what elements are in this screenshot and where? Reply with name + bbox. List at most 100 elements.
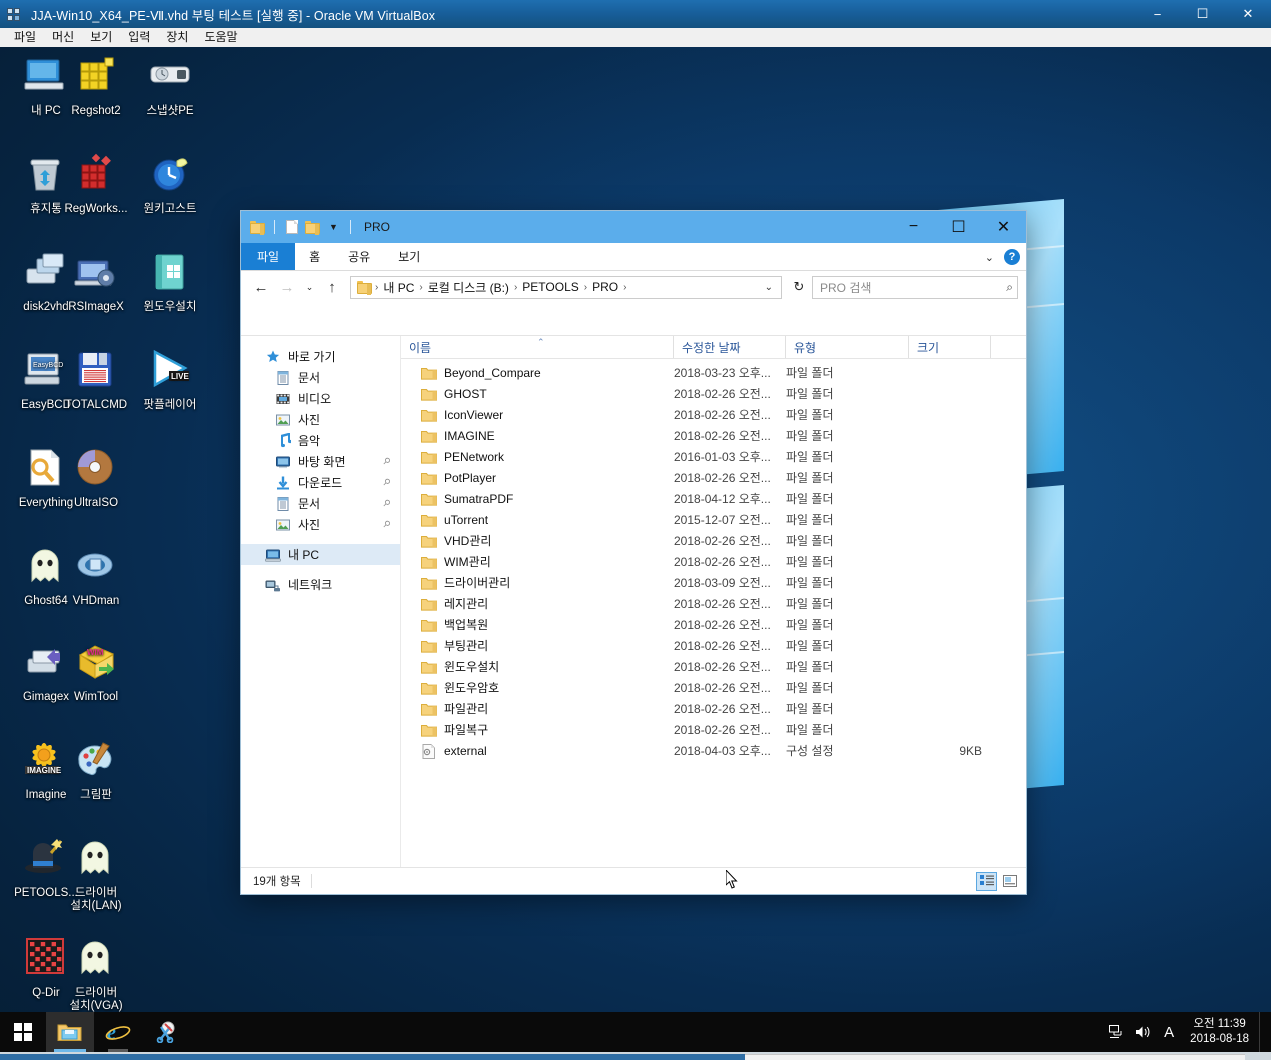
table-row[interactable]: 윈도우암호 2018-02-26 오전... 파일 폴더 (401, 677, 1026, 698)
nav-item-사진[interactable]: 사진 (241, 409, 400, 430)
table-row[interactable]: 부팅관리 2018-02-26 오전... 파일 폴더 (401, 635, 1026, 656)
column-header-name[interactable]: ⌃ 이름 (401, 336, 674, 358)
desktop-icon-그림판[interactable]: 그림판 (50, 737, 142, 802)
desktop-icon-label: VHDman (72, 595, 120, 607)
table-row[interactable]: 파일관리 2018-02-26 오전... 파일 폴더 (401, 698, 1026, 719)
vbox-bottom-scrollbar[interactable] (0, 1052, 1271, 1060)
breadcrumb-local-disk[interactable]: 로컬 디스크 (B:) (426, 279, 511, 296)
table-row[interactable]: PotPlayer 2018-02-26 오전... 파일 폴더 (401, 467, 1026, 488)
vbox-menu-help[interactable]: 도움말 (196, 28, 245, 47)
volume-icon[interactable] (1130, 1012, 1156, 1052)
taskbar-snipping-tool-button[interactable] (142, 1012, 190, 1052)
nav-item-다운로드[interactable]: 다운로드 ⚲ (241, 472, 400, 493)
column-header-size[interactable]: 크기 (909, 336, 991, 358)
table-row[interactable]: IconViewer 2018-02-26 오전... 파일 폴더 (401, 404, 1026, 425)
details-view-icon[interactable] (976, 871, 997, 891)
nav-item-사진[interactable]: 사진 ⚲ (241, 514, 400, 535)
vbox-menu-machine[interactable]: 머신 (44, 28, 82, 47)
table-row[interactable]: Beyond_Compare 2018-03-23 오후... 파일 폴더 (401, 362, 1026, 383)
nav-item-label: 다운로드 (298, 476, 343, 490)
help-icon[interactable]: ? (1004, 249, 1020, 265)
tab-home[interactable]: 홈 (295, 243, 334, 270)
search-icon[interactable]: ⌕ (1006, 280, 1013, 295)
vbox-menu-input[interactable]: 입력 (120, 28, 158, 47)
forward-button[interactable]: → (275, 275, 299, 299)
tab-view[interactable]: 보기 (384, 243, 434, 270)
vbox-menu-view[interactable]: 보기 (82, 28, 120, 47)
desktop-icon-드라이버설치LAN[interactable]: 드라이버 설치(LAN) (50, 835, 142, 913)
desktop-icon-원키고스트[interactable]: 원키고스트 (124, 151, 216, 216)
taskbar-internet-explorer-button[interactable]: e (94, 1012, 142, 1052)
breadcrumb-petools[interactable]: PETOOLS (520, 280, 580, 294)
refresh-button[interactable]: ↻ (788, 276, 810, 299)
new-file-icon[interactable] (283, 219, 300, 236)
nav-item-문서[interactable]: 문서 (241, 367, 400, 388)
column-header-type[interactable]: 유형 (786, 336, 909, 358)
pin-icon[interactable]: ⚲ (380, 497, 393, 509)
desktop-icon-UltraISO[interactable]: UltraISO (50, 445, 142, 510)
table-row[interactable]: IMAGINE 2018-02-26 오전... 파일 폴더 (401, 425, 1026, 446)
folder-icon[interactable] (249, 219, 266, 236)
clock[interactable]: 오전 11:39 2018-08-18 (1182, 1017, 1259, 1047)
vbox-maximize-button[interactable]: ☐ (1180, 0, 1225, 28)
vbox-menu-devices[interactable]: 장치 (158, 28, 196, 47)
chevron-down-icon[interactable]: ▼ (325, 219, 342, 236)
table-row[interactable]: 파일복구 2018-02-26 오전... 파일 폴더 (401, 719, 1026, 740)
explorer-close-button[interactable]: ✕ (981, 211, 1026, 243)
pin-icon[interactable]: ⚲ (380, 455, 393, 467)
start-button[interactable] (0, 1012, 46, 1052)
scrollbar-thumb[interactable] (0, 1054, 745, 1060)
table-row[interactable]: 레지관리 2018-02-26 오전... 파일 폴더 (401, 593, 1026, 614)
nav-item-바탕화면[interactable]: 바탕 화면 ⚲ (241, 451, 400, 472)
tab-share[interactable]: 공유 (334, 243, 384, 270)
desktop-icon-VHDman[interactable]: VHDman (50, 543, 142, 608)
table-row[interactable]: 윈도우설치 2018-02-26 오전... 파일 폴더 (401, 656, 1026, 677)
breadcrumb-pro[interactable]: PRO (590, 280, 620, 294)
ghost-driver-icon (72, 935, 120, 983)
back-button[interactable]: ← (249, 275, 273, 299)
breadcrumb-my-pc[interactable]: 내 PC (381, 279, 416, 296)
show-desktop-button[interactable] (1259, 1012, 1267, 1052)
table-row[interactable]: PENetwork 2016-01-03 오후... 파일 폴더 (401, 446, 1026, 467)
nav-item-음악[interactable]: 음악 (241, 430, 400, 451)
table-row[interactable]: uTorrent 2015-12-07 오전... 파일 폴더 (401, 509, 1026, 530)
vbox-menu-file[interactable]: 파일 (6, 28, 44, 47)
properties-folder-icon[interactable] (304, 219, 321, 236)
search-input[interactable]: PRO 검색 ⌕ (812, 275, 1018, 299)
desktop-icon-팟플레이어[interactable]: LIVE 팟플레이어 (124, 347, 216, 412)
table-row[interactable]: SumatraPDF 2018-04-12 오후... 파일 폴더 (401, 488, 1026, 509)
nav-item-비디오[interactable]: 비디오 (241, 388, 400, 409)
nav-item-문서[interactable]: 문서 ⚲ (241, 493, 400, 514)
address-dropdown-icon[interactable]: ⌄ (759, 282, 779, 293)
vbox-close-button[interactable]: ✕ (1225, 0, 1271, 28)
pin-icon[interactable]: ⚲ (380, 518, 393, 530)
address-path-box[interactable]: › 내 PC › 로컬 디스크 (B:) › PETOOLS › PRO › ⌄ (350, 275, 782, 299)
desktop-icon-드라이버설치VGA[interactable]: 드라이버 설치(VGA) (50, 935, 142, 1013)
table-row[interactable]: WIM관리 2018-02-26 오전... 파일 폴더 (401, 551, 1026, 572)
nav-item-바로가기[interactable]: 바로 가기 (241, 346, 400, 367)
nav-item-네트워크[interactable]: 네트워크 (241, 574, 400, 595)
explorer-minimize-button[interactable]: − (891, 211, 936, 243)
vbox-minimize-button[interactable]: − (1135, 0, 1180, 28)
explorer-maximize-button[interactable]: ☐ (936, 211, 981, 243)
desktop-icon-WimTool[interactable]: WIM WimTool (50, 639, 142, 704)
table-row[interactable]: VHD관리 2018-02-26 오전... 파일 폴더 (401, 530, 1026, 551)
tab-file[interactable]: 파일 (241, 243, 296, 270)
table-row[interactable]: 드라이버관리 2018-03-09 오전... 파일 폴더 (401, 572, 1026, 593)
large-icons-view-icon[interactable] (999, 872, 1020, 891)
desktop-icon-윈도우설치[interactable]: 윈도우설치 (124, 249, 216, 314)
table-row[interactable]: 백업복원 2018-02-26 오전... 파일 폴더 (401, 614, 1026, 635)
recent-locations-button[interactable]: ⌄ (301, 275, 318, 299)
taskbar-file-explorer-button[interactable] (46, 1012, 94, 1052)
table-row[interactable]: external 2018-04-03 오후... 구성 설정 9KB (401, 740, 1026, 761)
network-icon[interactable] (1104, 1012, 1130, 1052)
pin-icon[interactable]: ⚲ (380, 476, 393, 488)
nav-item-내PC[interactable]: 내 PC (241, 544, 400, 565)
ime-indicator[interactable]: A (1156, 1012, 1182, 1052)
folder-icon (421, 513, 438, 527)
up-button[interactable]: ↑ (320, 275, 344, 299)
chevron-down-icon[interactable]: ⌄ (985, 251, 994, 264)
column-header-date[interactable]: 수정한 날짜 (674, 336, 786, 358)
desktop-icon-스냅샷PE[interactable]: 스냅샷PE (124, 53, 216, 118)
table-row[interactable]: GHOST 2018-02-26 오전... 파일 폴더 (401, 383, 1026, 404)
